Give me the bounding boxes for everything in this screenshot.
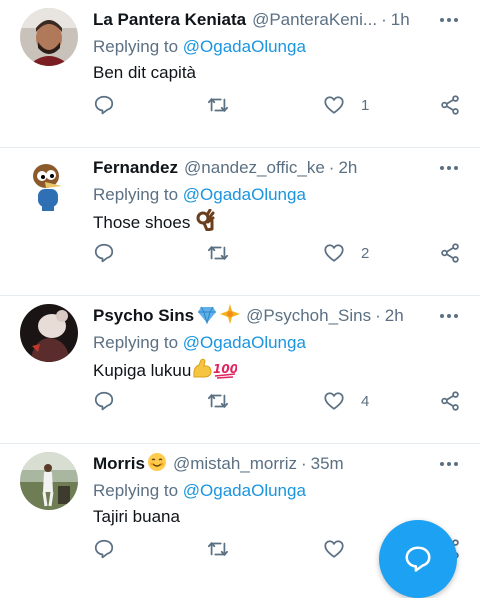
heart-icon [324, 540, 344, 558]
separator-dot: · [328, 158, 335, 177]
tweet-header: Psycho Sins @Psychoh_Sins · 2h [93, 304, 420, 328]
avatar[interactable] [20, 452, 78, 510]
replying-to: Replying to @OgadaOlunga [93, 35, 306, 59]
retweet-icon [207, 246, 229, 260]
action-bar: 1 [93, 92, 468, 118]
more-icon[interactable] [438, 10, 460, 30]
timestamp[interactable]: 35m [311, 454, 344, 473]
heart-icon [324, 392, 344, 410]
hundred-points-emoji-icon: 100 [213, 362, 237, 379]
reply-button[interactable] [93, 536, 115, 562]
replying-to-label: Replying to [93, 481, 179, 500]
reply-feed: La Pantera Keniata @PanteraKeni... · 1h Rep… [0, 0, 480, 584]
retweet-icon [207, 98, 229, 112]
share-button[interactable] [439, 240, 461, 266]
like-count: 4 [361, 392, 370, 410]
more-icon[interactable] [438, 454, 460, 474]
separator-dot: · [381, 10, 387, 29]
tweet-text: Ben dit capità [93, 63, 197, 82]
replying-to-label: Replying to [93, 37, 179, 56]
like-button[interactable]: 2 [323, 240, 369, 266]
display-name[interactable]: Fernandez [93, 158, 178, 177]
replying-to-label: Replying to [93, 333, 179, 352]
mention-link[interactable]: @OgadaOlunga [183, 481, 306, 500]
tweet-text: Those shoes [93, 213, 191, 232]
retweet-icon [207, 394, 229, 408]
like-button[interactable]: 4 [323, 388, 369, 414]
avatar[interactable] [20, 304, 78, 362]
reply-icon [94, 391, 114, 411]
compose-reply-button[interactable] [379, 520, 457, 598]
separator-dot: · [300, 454, 307, 473]
avatar[interactable] [20, 8, 78, 66]
like-button[interactable]: 1 [323, 92, 369, 118]
user-handle[interactable]: @mistah_morriz [173, 454, 297, 473]
mention-link[interactable]: @OgadaOlunga [183, 333, 306, 352]
mention-link[interactable]: @OgadaOlunga [183, 185, 306, 204]
replying-to: Replying to @OgadaOlunga [93, 183, 306, 207]
reply-icon [94, 95, 114, 115]
separator-dot: · [375, 306, 381, 325]
tweet-text: Kupiga lukuu [93, 361, 192, 380]
timestamp[interactable]: 1h [391, 10, 410, 29]
smiling-face-emoji-icon [147, 453, 166, 471]
avatar[interactable] [20, 156, 78, 214]
replying-to-label: Replying to [93, 185, 179, 204]
flexed-biceps-emoji-icon [193, 358, 212, 378]
retweet-button[interactable] [207, 388, 229, 414]
replying-to: Replying to @OgadaOlunga [93, 479, 306, 503]
display-name[interactable]: Morris [93, 454, 145, 473]
tweet[interactable]: Fernandez @nandez_offic_ke · 2h Replying to… [0, 148, 480, 296]
retweet-button[interactable] [207, 92, 229, 118]
ok-hand-emoji-icon [196, 209, 215, 231]
share-icon [441, 95, 459, 115]
replying-to: Replying to @OgadaOlunga [93, 331, 306, 355]
retweet-button[interactable] [207, 240, 229, 266]
display-name[interactable]: Psycho Sins [93, 306, 194, 325]
tweet-header: Fernandez @nandez_offic_ke · 2h [93, 156, 420, 180]
timestamp[interactable]: 2h [385, 306, 404, 325]
tweet[interactable]: Psycho Sins @Psychoh_Sins · 2h Replying to … [0, 296, 480, 444]
like-button[interactable] [323, 536, 361, 562]
share-icon [441, 391, 459, 411]
display-name[interactable]: La Pantera Keniata [93, 10, 246, 29]
mention-link[interactable]: @OgadaOlunga [183, 37, 306, 56]
user-handle[interactable]: @PanteraKeni... [252, 10, 377, 29]
tweet-header: Morris @mistah_morriz · 35m [93, 452, 420, 476]
tweet-text-wrap: Kupiga lukuu 100 [93, 357, 237, 383]
user-handle[interactable]: @Psychoh_Sins [246, 306, 371, 325]
retweet-icon [207, 542, 229, 556]
reply-button[interactable] [93, 240, 115, 266]
like-count: 2 [361, 244, 370, 262]
more-icon[interactable] [438, 158, 460, 178]
blue-diamond-icon [198, 306, 217, 324]
reply-icon [94, 539, 114, 559]
share-button[interactable] [439, 92, 461, 118]
share-button[interactable] [439, 388, 461, 414]
tweet-text: Tajiri buana [93, 507, 180, 526]
reply-button[interactable] [93, 92, 115, 118]
action-bar: 4 [93, 388, 468, 414]
tweet-header: La Pantera Keniata @PanteraKeni... · 1h [93, 8, 420, 32]
more-icon[interactable] [438, 306, 460, 326]
action-bar: 2 [93, 240, 468, 266]
reply-button[interactable] [93, 388, 115, 414]
tweet-text-wrap: Those shoes [93, 209, 215, 235]
like-count: 1 [361, 96, 370, 114]
timestamp[interactable]: 2h [338, 158, 357, 177]
heart-icon [324, 96, 344, 114]
heart-icon [324, 244, 344, 262]
share-icon [441, 243, 459, 263]
tweet[interactable]: La Pantera Keniata @PanteraKeni... · 1h Rep… [0, 0, 480, 148]
user-handle[interactable]: @nandez_offic_ke [184, 158, 325, 177]
reply-icon [94, 243, 114, 263]
sparkle-star-icon [220, 304, 241, 324]
compose-reply-icon [405, 546, 431, 572]
retweet-button[interactable] [207, 536, 229, 562]
